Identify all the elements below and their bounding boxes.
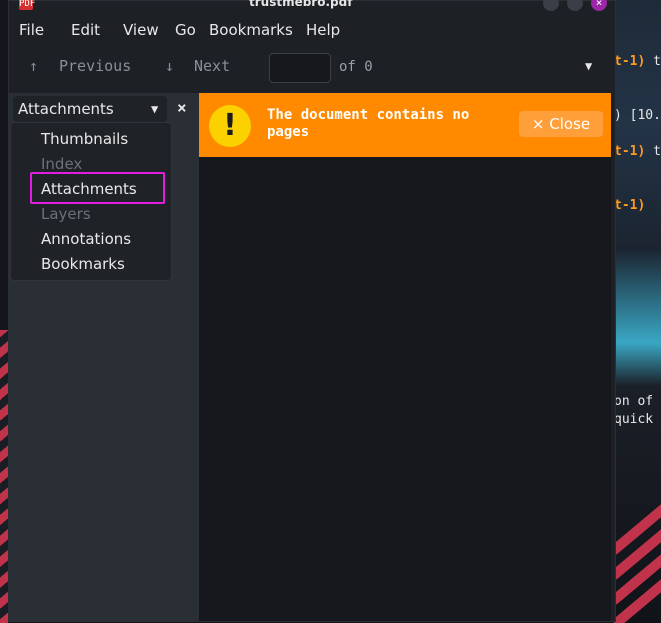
arrow-down-icon: ↓ <box>165 57 175 75</box>
sidebar-close-button[interactable]: × <box>177 98 187 117</box>
menu-bar: File Edit View Go Bookmarks Help <box>9 19 615 45</box>
menu-file[interactable]: File <box>19 21 44 39</box>
terminal-text: quick <box>614 412 654 427</box>
page-number-input[interactable] <box>269 53 331 83</box>
document-area: ! The document contains no pages × Close <box>199 93 611 621</box>
sidebar-mode-label: Attachments <box>18 100 114 118</box>
page-count-label: of 0 <box>339 59 373 75</box>
terminal-text: t-1) t <box>614 144 661 159</box>
title-bar[interactable]: PDF trustmebro.pdf × <box>9 0 615 13</box>
desktop-wallpaper <box>614 0 661 623</box>
menu-bookmarks[interactable]: Bookmarks <box>209 21 293 39</box>
window-title: trustmebro.pdf <box>249 0 353 9</box>
toolbar: ↑ Previous ↓ Next of 0 ▼ <box>9 53 615 83</box>
chevron-down-icon: ▼ <box>151 102 159 116</box>
menu-edit[interactable]: Edit <box>71 21 100 39</box>
close-button-label: Close <box>549 115 591 133</box>
desktop-wallpaper-left <box>0 330 8 623</box>
previous-button[interactable]: Previous <box>59 57 131 75</box>
sidebar-mode-dropdown[interactable]: Attachments ▼ <box>13 96 167 122</box>
pdf-viewer-window: PDF trustmebro.pdf × File Edit View Go B… <box>8 0 616 622</box>
close-icon: × <box>531 115 545 133</box>
popup-item-index: Index <box>41 155 83 173</box>
maximize-button[interactable] <box>567 0 583 11</box>
sidebar-mode-popup: Thumbnails Index Attachments Layers Anno… <box>10 122 172 281</box>
menu-view[interactable]: View <box>123 21 159 39</box>
toolbar-menu-dropdown-icon[interactable]: ▼ <box>585 59 592 73</box>
next-button[interactable]: Next <box>194 57 230 75</box>
menu-help[interactable]: Help <box>306 21 340 39</box>
info-bar-message: The document contains no pages <box>267 107 470 140</box>
warning-icon: ! <box>209 105 251 147</box>
popup-item-annotations[interactable]: Annotations <box>41 230 131 248</box>
close-window-button[interactable]: × <box>591 0 607 11</box>
minimize-button[interactable] <box>543 0 559 11</box>
popup-item-layers: Layers <box>41 205 91 223</box>
arrow-up-icon: ↑ <box>29 57 39 75</box>
terminal-text: t-1) <box>614 198 646 213</box>
info-bar: ! The document contains no pages × Close <box>199 93 611 157</box>
popup-item-bookmarks[interactable]: Bookmarks <box>41 255 125 273</box>
menu-go[interactable]: Go <box>175 21 196 39</box>
popup-item-attachments[interactable]: Attachments <box>41 180 137 198</box>
popup-item-thumbnails[interactable]: Thumbnails <box>41 130 128 148</box>
terminal-text: t-1) t <box>614 54 661 69</box>
terminal-text: on of <box>614 394 654 409</box>
terminal-text: ) [10. <box>614 108 661 123</box>
pdf-app-icon: PDF <box>19 0 36 10</box>
infobar-close-button[interactable]: × Close <box>519 111 603 137</box>
